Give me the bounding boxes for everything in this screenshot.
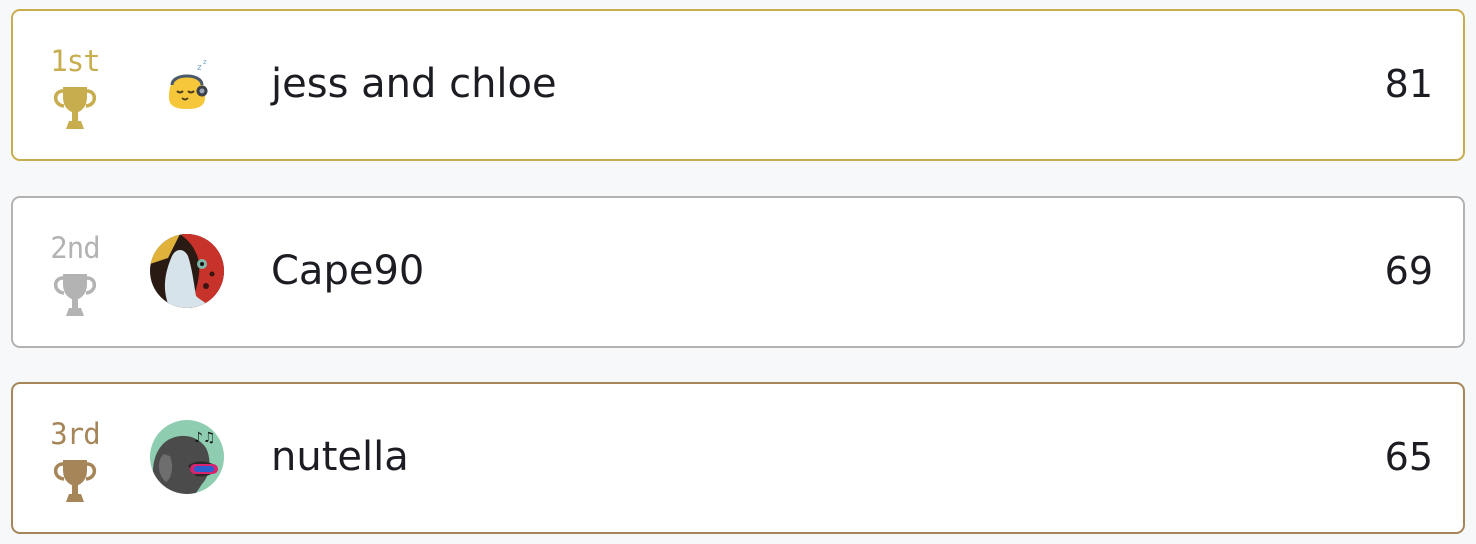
rank-label: 2nd: [50, 231, 100, 265]
leaderboard: 1st z z jess and chloe 81 2nd Cape90 69 …: [0, 0, 1476, 544]
player-score: 65: [1384, 435, 1433, 479]
sleepy-headphones-emoji-icon: z z: [150, 47, 224, 121]
rank-label: 3rd: [50, 417, 100, 451]
silver-trophy-icon: [53, 274, 97, 316]
rank-label: 1st: [50, 44, 100, 78]
player-name: Cape90: [271, 248, 425, 294]
player-score: 69: [1384, 249, 1433, 293]
leaderboard-row-3rd[interactable]: 3rd ♪♫ nutella 65: [11, 382, 1465, 534]
gold-trophy-icon: [53, 87, 97, 129]
player-name: nutella: [271, 434, 409, 480]
svg-text:z: z: [197, 63, 202, 73]
svg-text:♪♫: ♪♫: [194, 430, 216, 446]
avatar: ♪♫: [150, 420, 224, 494]
svg-text:z: z: [203, 58, 207, 66]
avatar: z z: [150, 47, 224, 121]
red-bird-photo-avatar: [150, 234, 224, 308]
bronze-trophy-icon: [53, 460, 97, 502]
leaderboard-row-2nd[interactable]: 2nd Cape90 69: [11, 196, 1465, 348]
leaderboard-row-1st[interactable]: 1st z z jess and chloe 81: [11, 9, 1465, 161]
avatar: [150, 234, 224, 308]
elephant-music-avatar: ♪♫: [150, 420, 224, 494]
player-name: jess and chloe: [271, 61, 557, 107]
player-score: 81: [1384, 62, 1433, 106]
